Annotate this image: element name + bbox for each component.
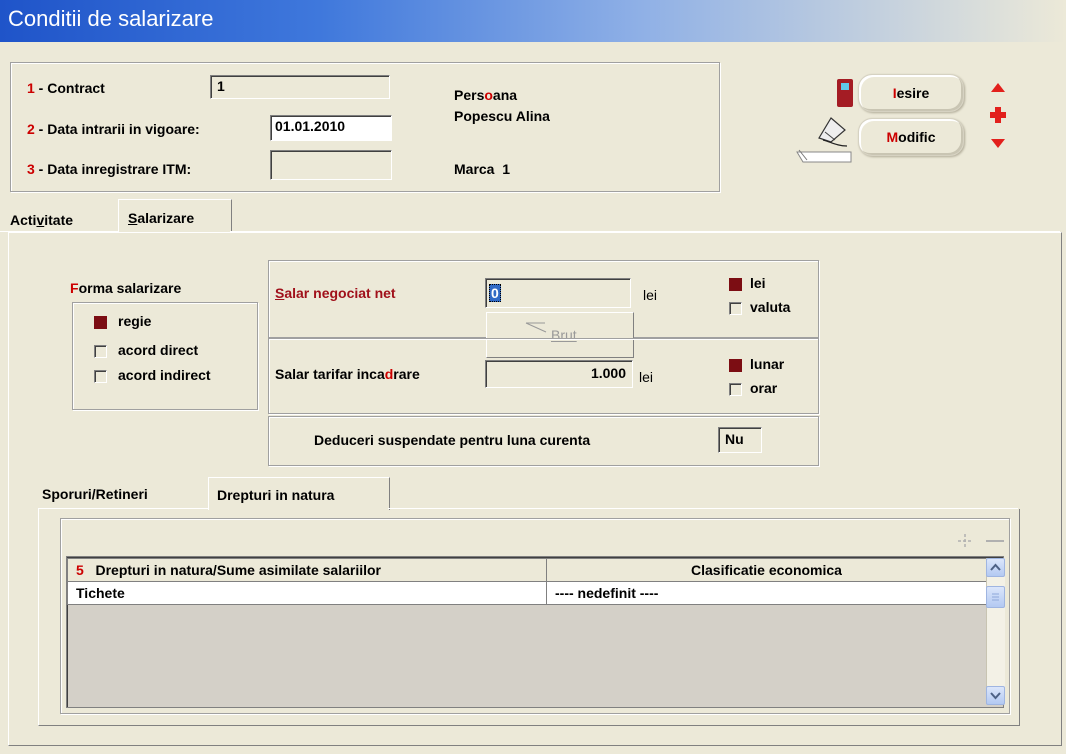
exit-door-icon[interactable] bbox=[837, 79, 853, 107]
radio-acord-indirect[interactable] bbox=[94, 370, 107, 383]
subtab-sporuri[interactable]: Sporuri/Retineri bbox=[42, 486, 148, 508]
add-row-icon[interactable] bbox=[956, 532, 974, 550]
col-header-drepturi[interactable]: 5 Drepturi in natura/Sume asimilate sala… bbox=[67, 558, 547, 582]
modific-button[interactable]: Modific bbox=[858, 118, 964, 156]
data-itm-label: 3 - Data inregistrare ITM: bbox=[27, 161, 192, 177]
grid-table: 5 Drepturi in natura/Sume asimilate sala… bbox=[67, 558, 987, 605]
contract-field[interactable]: 1 bbox=[210, 75, 390, 99]
data-itm-field[interactable] bbox=[270, 150, 392, 180]
lei-label: lei bbox=[750, 275, 766, 291]
iesire-button[interactable]: Iesire bbox=[858, 74, 964, 112]
orar-label: orar bbox=[750, 380, 778, 396]
brut-icon bbox=[525, 322, 547, 333]
salar-negociat-field[interactable]: 0 bbox=[485, 278, 631, 308]
salar-tarifar-unit: lei bbox=[639, 369, 654, 385]
tab-line bbox=[230, 231, 1060, 232]
persoana-label: Persoana bbox=[454, 87, 518, 103]
regie-label: regie bbox=[118, 313, 152, 329]
radio-lunar[interactable] bbox=[729, 359, 742, 372]
signature-pen-icon bbox=[796, 117, 852, 163]
col-header-clasificatie[interactable]: Clasificatie economica bbox=[546, 558, 987, 582]
salar-tarifar-field[interactable]: 1.000 bbox=[485, 360, 633, 388]
acord-direct-label: acord direct bbox=[118, 342, 199, 358]
cell-clasificatie[interactable]: ---- nedefinit ---- bbox=[546, 581, 987, 605]
radio-acord-direct[interactable] bbox=[94, 345, 107, 358]
grip-icon bbox=[992, 593, 999, 601]
persoana-name: Popescu Alina bbox=[454, 108, 550, 124]
data-intrarii-label: 2 - Data intrarii in vigoare: bbox=[27, 121, 200, 137]
remove-row-icon[interactable] bbox=[984, 532, 1006, 550]
grid-header-row: 5 Drepturi in natura/Sume asimilate sala… bbox=[67, 558, 987, 582]
title-bar: Conditii de salarizare bbox=[0, 0, 1066, 42]
deduceri-field[interactable]: Nu bbox=[718, 427, 762, 453]
chevron-down-icon bbox=[990, 692, 1001, 700]
data-intrarii-field[interactable]: 01.01.2010 bbox=[270, 115, 392, 141]
radio-valuta[interactable] bbox=[729, 302, 742, 315]
tab-activitate[interactable]: Activitate bbox=[0, 200, 110, 230]
lunar-label: lunar bbox=[750, 356, 785, 372]
subtab-drepturi[interactable]: Drepturi in natura bbox=[208, 477, 390, 510]
valuta-label: valuta bbox=[750, 299, 791, 315]
acord-indirect-label: acord indirect bbox=[118, 367, 211, 383]
chevron-up-icon bbox=[990, 563, 1001, 571]
salar-negociat-unit: lei bbox=[643, 287, 658, 303]
deduceri-label: Deduceri suspendate pentru luna curenta bbox=[314, 432, 591, 448]
radio-regie[interactable] bbox=[94, 316, 107, 329]
scroll-thumb[interactable] bbox=[986, 586, 1005, 608]
salar-negociat-label: Salar negociat net bbox=[275, 285, 396, 301]
radio-lei[interactable] bbox=[729, 278, 742, 291]
radio-orar[interactable] bbox=[729, 383, 742, 396]
table-row[interactable]: Tichete ---- nedefinit ---- bbox=[67, 581, 987, 605]
marca-label: Marca 1 bbox=[454, 161, 511, 177]
tab-line bbox=[0, 231, 118, 232]
scroll-down-button[interactable] bbox=[986, 686, 1005, 705]
nav-up-icon[interactable] bbox=[990, 82, 1006, 94]
tab-salarizare[interactable]: Salarizare bbox=[118, 199, 232, 232]
contract-label: 1 - Contract bbox=[27, 80, 105, 96]
nav-down-icon[interactable] bbox=[990, 137, 1006, 149]
add-plus-icon[interactable] bbox=[989, 106, 1007, 124]
salar-tarifar-label: Salar tarifar incadrare bbox=[275, 366, 420, 382]
grid-scrollbar[interactable] bbox=[986, 558, 1005, 704]
cell-drept[interactable]: Tichete bbox=[67, 581, 547, 605]
scroll-up-button[interactable] bbox=[986, 558, 1005, 577]
window-title: Conditii de salarizare bbox=[8, 6, 214, 31]
forma-title: Forma salarizare bbox=[70, 280, 182, 296]
